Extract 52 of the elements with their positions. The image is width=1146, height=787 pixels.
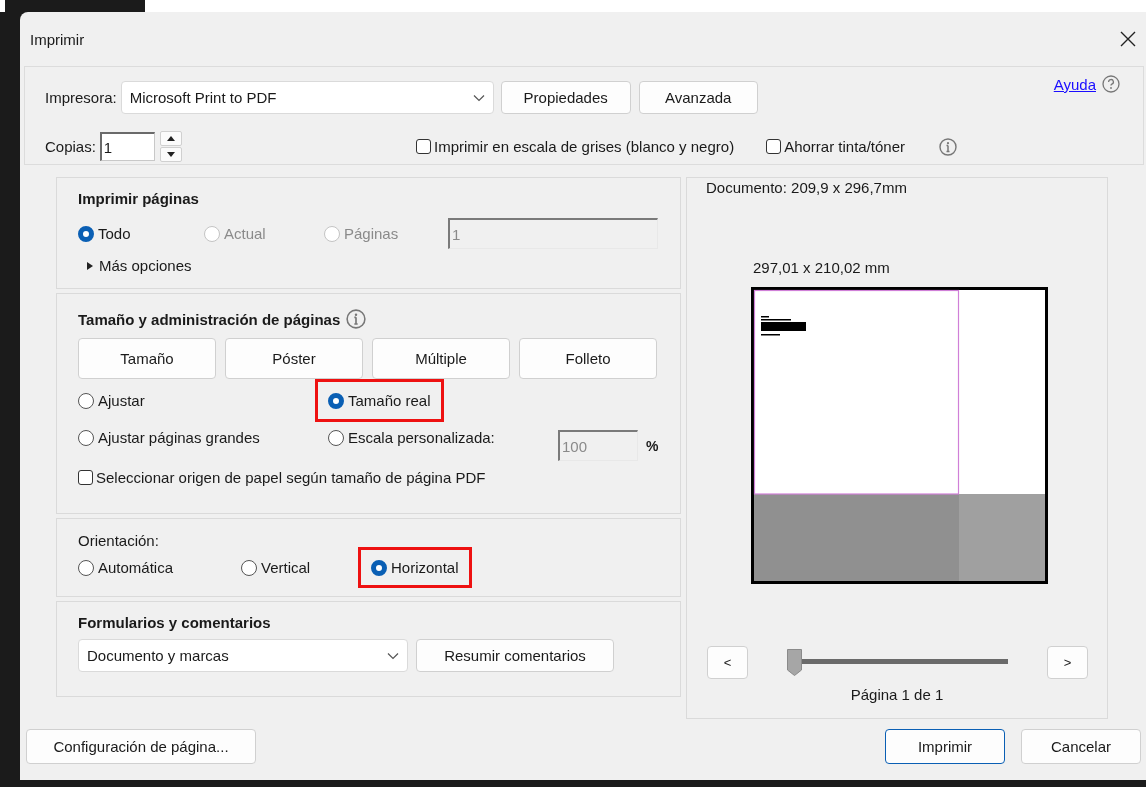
mode-button[interactable]: Múltiple [372, 338, 510, 379]
section-title: Formularios y comentarios [78, 614, 272, 631]
print-button[interactable]: Imprimir [885, 729, 1005, 764]
forms-dropdown[interactable]: Documento y marcas [78, 639, 408, 672]
radio-option[interactable]: Escala personalizada: [328, 428, 495, 447]
chevron-down-icon[interactable] [387, 651, 399, 660]
radio-option[interactable]: Todo [78, 225, 204, 242]
radio-option[interactable]: Automática [78, 559, 174, 576]
summarize-button[interactable]: Resumir comentarios [416, 639, 614, 672]
more-options-toggle[interactable]: Más opciones [85, 257, 192, 274]
printer-button[interactable]: Propiedades [500, 81, 631, 114]
cancel-button[interactable]: Cancelar [1021, 729, 1141, 764]
triangle-icon[interactable] [85, 260, 95, 271]
section-title: Tamaño y administración de páginas [78, 310, 341, 328]
help-icon[interactable] [1102, 75, 1120, 93]
checkbox-label: Ahorrar tinta/tóner [784, 138, 906, 155]
checkbox[interactable] [78, 470, 93, 485]
mode-button[interactable]: Tamaño [78, 338, 216, 379]
slider-thumb[interactable] [787, 649, 802, 676]
info-icon[interactable] [939, 137, 958, 156]
paper-size: 297,01 x 210,02 mm [753, 259, 891, 276]
help-link[interactable]: Ayuda [1053, 75, 1096, 93]
radio-option[interactable]: Horizontal [371, 559, 459, 576]
checkbox[interactable] [766, 139, 782, 154]
checkbox-label: Imprimir en escala de grises (blanco y negro) [434, 138, 735, 155]
printer-dropdown[interactable]: Microsoft Print to PDF [120, 81, 494, 114]
page-setup-button[interactable]: Configuración de página... [26, 729, 256, 764]
page-counter: Página 1 de 1 [850, 686, 944, 703]
previous-page-button[interactable]: < [707, 646, 748, 679]
close-icon[interactable] [1120, 31, 1136, 47]
copies-label: Copias: [45, 138, 96, 155]
next-page-button[interactable]: > [1047, 646, 1088, 679]
window-title: Imprimir [30, 30, 85, 48]
radio-option[interactable]: Vertical [241, 559, 311, 576]
page-slider[interactable] [787, 649, 1008, 676]
printer-label: Impresora: [45, 89, 117, 106]
mode-button[interactable]: Folleto [519, 338, 657, 379]
radio-option[interactable]: Ajustar páginas grandes [78, 428, 260, 447]
checkbox-label: Seleccionar origen de papel según tamaño de página PDF [96, 469, 486, 486]
mode-button[interactable]: Póster [225, 338, 363, 379]
document-size: Documento: 209,9 x 296,7mm [706, 179, 908, 196]
radio-option[interactable]: Ajustar [78, 391, 145, 410]
unit-label: % [646, 437, 659, 454]
chevron-down-icon[interactable] [472, 93, 485, 102]
copies-field[interactable]: 1 [99, 132, 155, 161]
section-title: Orientación: [78, 532, 160, 549]
checkbox[interactable] [416, 139, 431, 154]
spinner-control[interactable] [159, 131, 182, 162]
radio-option[interactable]: Tamaño real [328, 391, 431, 410]
printer-button[interactable]: Avanzada [638, 81, 758, 114]
section-title: Imprimir páginas [78, 190, 200, 207]
info-icon[interactable] [346, 309, 367, 329]
